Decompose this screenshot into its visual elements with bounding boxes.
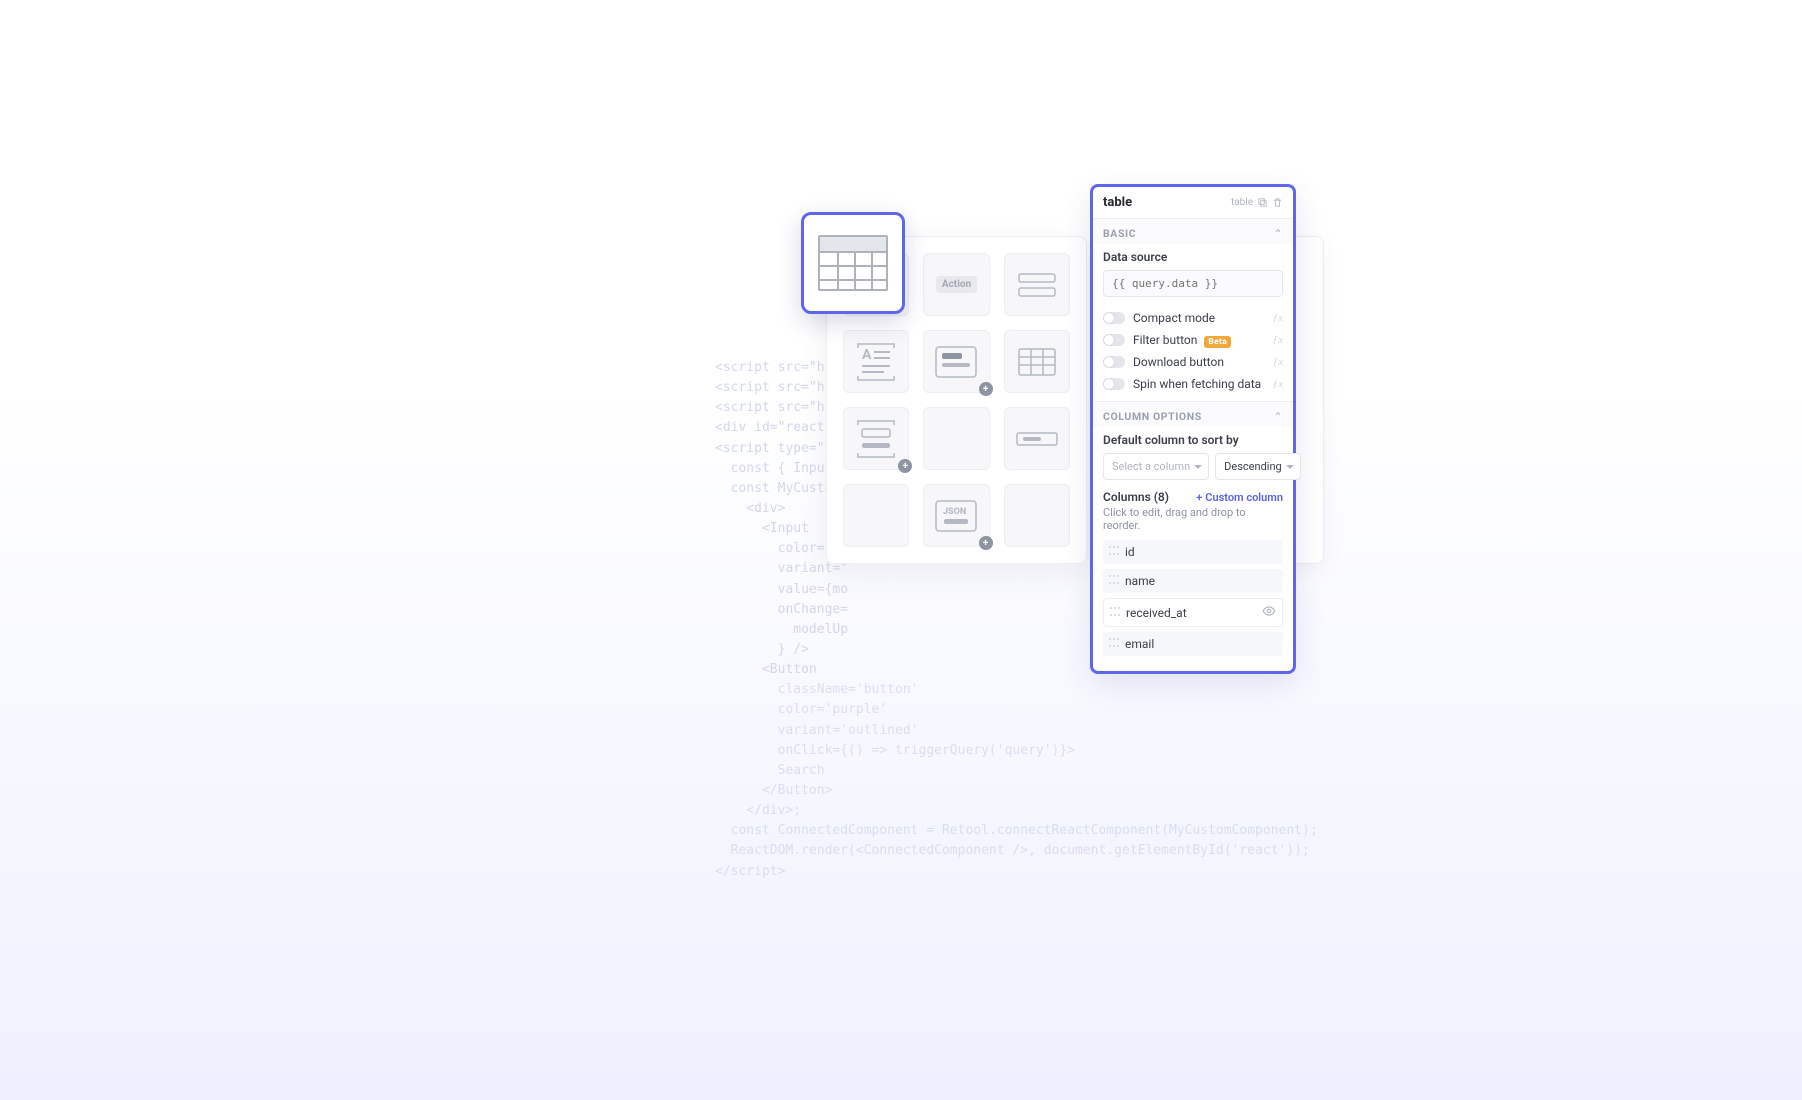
panel-title: table bbox=[1103, 195, 1132, 210]
trash-icon[interactable] bbox=[1272, 197, 1283, 208]
table-icon bbox=[818, 235, 888, 291]
gallery-tile-text[interactable]: A bbox=[843, 330, 909, 393]
gallery-tile-grid[interactable] bbox=[1004, 330, 1070, 393]
gallery-tile-search[interactable] bbox=[1004, 253, 1070, 316]
drag-handle-icon[interactable] bbox=[1109, 638, 1119, 650]
selected-table-tile[interactable] bbox=[801, 212, 905, 314]
gallery-tile-input[interactable] bbox=[1004, 407, 1070, 470]
gallery-tile-form-add[interactable]: + bbox=[843, 407, 909, 470]
columns-header: Columns (8) bbox=[1103, 490, 1169, 504]
fx-icon[interactable]: ƒx bbox=[1273, 378, 1283, 390]
drag-handle-icon[interactable] bbox=[1110, 607, 1120, 619]
plus-icon: + bbox=[898, 459, 912, 473]
chevron-up-icon: ⌃ bbox=[1274, 227, 1283, 240]
visibility-icon[interactable] bbox=[1262, 604, 1276, 621]
toggle-switch[interactable] bbox=[1103, 356, 1125, 368]
panel-type-label: table bbox=[1231, 197, 1253, 208]
toggle-switch[interactable] bbox=[1103, 334, 1125, 346]
column-name: id bbox=[1125, 545, 1277, 559]
column-chip[interactable]: id bbox=[1103, 540, 1283, 564]
gallery-tile-placeholder-b[interactable] bbox=[843, 484, 909, 547]
action-chip: Action bbox=[936, 276, 977, 293]
section-title: BASIC bbox=[1103, 227, 1136, 240]
data-source-label: Data source bbox=[1103, 250, 1283, 264]
column-chip[interactable]: received_at bbox=[1103, 598, 1283, 627]
properties-panel: table table BASIC ⌃ Data source Compact … bbox=[1090, 184, 1296, 674]
section-header-column-options[interactable]: COLUMN OPTIONS ⌃ bbox=[1093, 402, 1293, 427]
toggle-switch[interactable] bbox=[1103, 378, 1125, 390]
gallery-tile-card-add[interactable]: + bbox=[923, 330, 989, 393]
panel-meta: table bbox=[1231, 197, 1283, 208]
gallery-tile-placeholder-c[interactable] bbox=[1004, 484, 1070, 547]
gallery-tile-json-add[interactable]: JSON + bbox=[923, 484, 989, 547]
beta-badge: Beta bbox=[1204, 336, 1231, 348]
toggle-switch[interactable] bbox=[1103, 312, 1125, 324]
drag-handle-icon[interactable] bbox=[1109, 575, 1119, 587]
fx-icon[interactable]: ƒx bbox=[1273, 312, 1283, 324]
section-title: COLUMN OPTIONS bbox=[1103, 410, 1202, 423]
data-source-input[interactable] bbox=[1103, 270, 1283, 297]
columns-list: id name received_atemail bbox=[1103, 540, 1283, 656]
add-custom-column-button[interactable]: + Custom column bbox=[1196, 491, 1283, 504]
columns-hint: Click to edit, drag and drop to reorder. bbox=[1103, 506, 1283, 532]
sort-label: Default column to sort by bbox=[1103, 433, 1283, 447]
column-name: name bbox=[1125, 574, 1277, 588]
gallery-tile-action[interactable]: Action bbox=[923, 253, 989, 316]
gallery-tile-placeholder-a[interactable] bbox=[923, 407, 989, 470]
svg-text:JSON: JSON bbox=[943, 507, 966, 517]
toggle-download-button[interactable]: Download button ƒx bbox=[1093, 351, 1293, 373]
fx-icon[interactable]: ƒx bbox=[1273, 356, 1283, 368]
toggle-filter-button[interactable]: Filter button Beta ƒx bbox=[1093, 329, 1293, 351]
column-chip[interactable]: name bbox=[1103, 569, 1283, 593]
drag-handle-icon[interactable] bbox=[1109, 546, 1119, 558]
section-header-basic[interactable]: BASIC ⌃ bbox=[1093, 219, 1293, 244]
toggle-spin-fetching[interactable]: Spin when fetching data ƒx bbox=[1093, 373, 1293, 395]
column-name: received_at bbox=[1126, 606, 1262, 620]
toggle-compact-mode[interactable]: Compact mode ƒx bbox=[1093, 307, 1293, 329]
fx-icon[interactable]: ƒx bbox=[1273, 334, 1283, 346]
column-chip[interactable]: email bbox=[1103, 632, 1283, 656]
copy-icon[interactable] bbox=[1257, 197, 1268, 208]
column-name: email bbox=[1125, 637, 1277, 651]
svg-text:A: A bbox=[862, 347, 872, 363]
sort-direction-select[interactable]: Descending bbox=[1215, 453, 1301, 480]
plus-icon: + bbox=[1196, 491, 1202, 504]
sort-column-select[interactable]: Select a column bbox=[1103, 453, 1209, 480]
chevron-up-icon: ⌃ bbox=[1274, 410, 1283, 423]
plus-icon: + bbox=[979, 536, 993, 550]
plus-icon: + bbox=[979, 382, 993, 396]
